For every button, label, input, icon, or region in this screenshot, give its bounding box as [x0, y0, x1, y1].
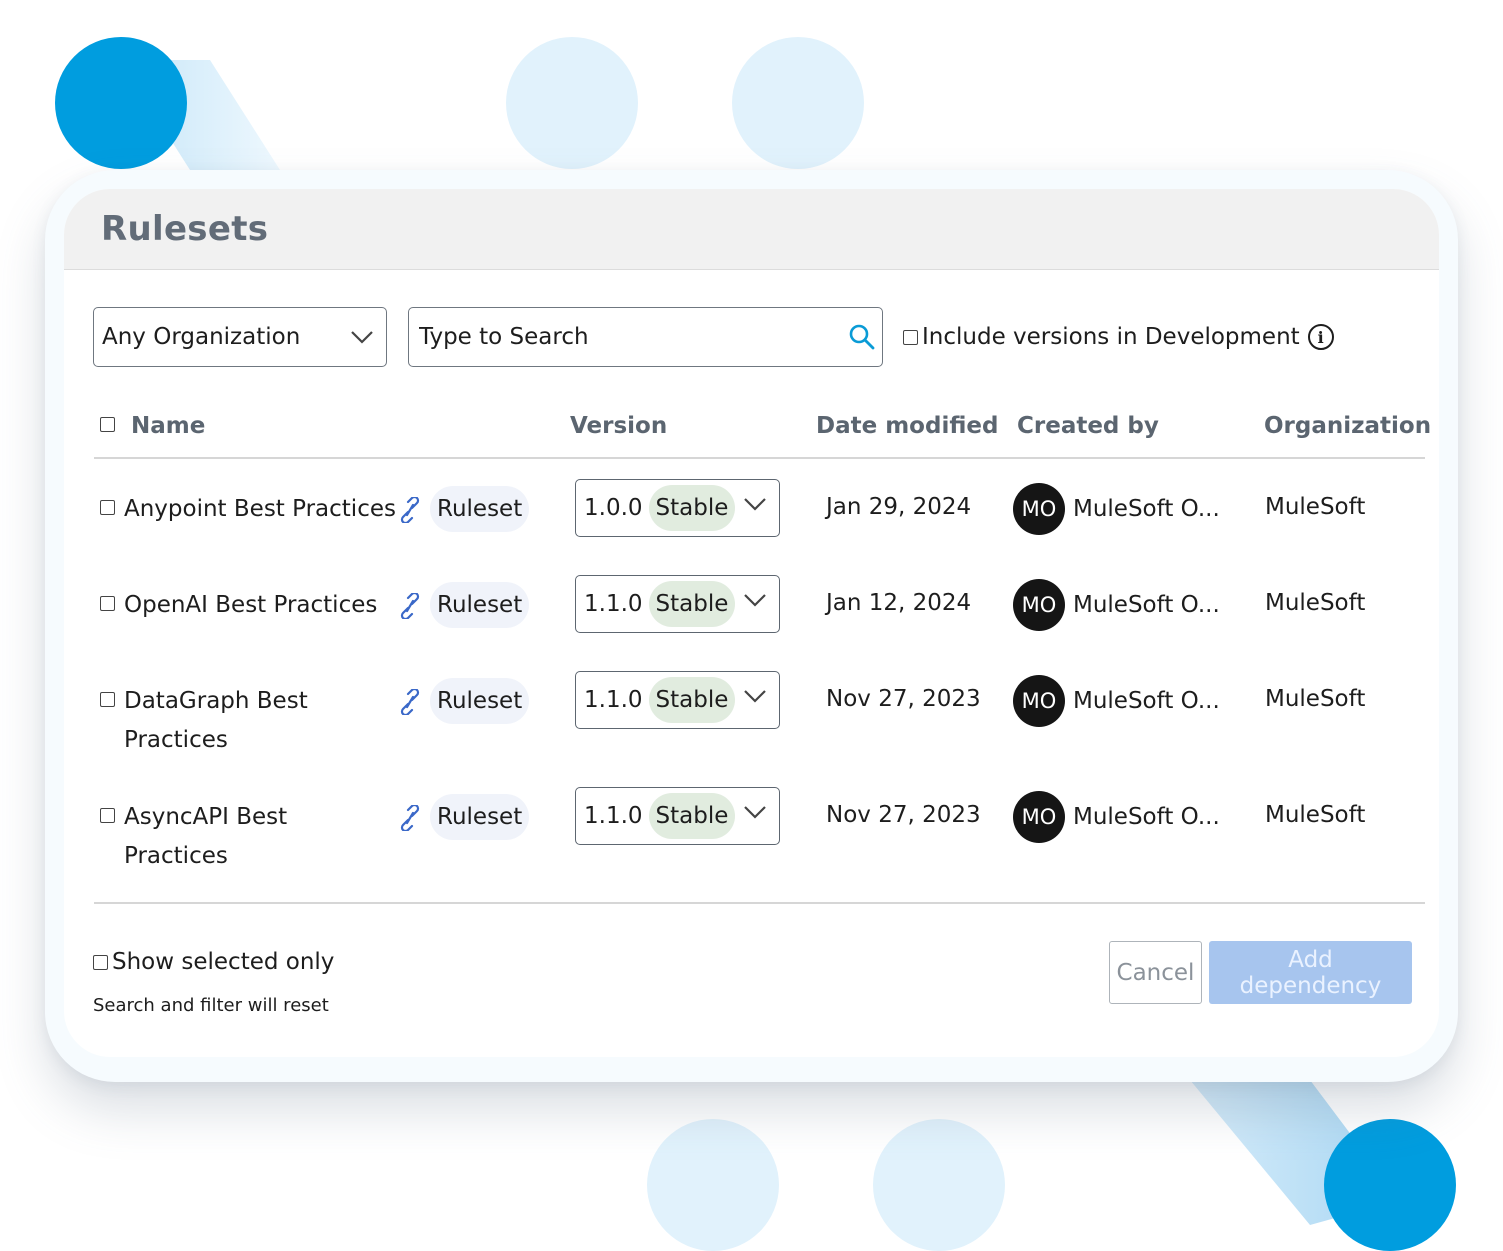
date-modified: Nov 27, 2023 — [826, 802, 981, 828]
ruleset-name[interactable]: OpenAI Best Practices — [124, 586, 404, 625]
avatar: MO — [1013, 791, 1065, 843]
select-all-checkbox[interactable] — [100, 417, 115, 432]
ruleset-name[interactable]: DataGraph Best Practices — [124, 682, 344, 760]
creator: MO MuleSoft O... — [1013, 791, 1220, 843]
version-select[interactable]: 1.1.0 Stable — [575, 671, 780, 729]
column-header-date-modified[interactable]: Date modified — [816, 413, 998, 439]
column-header-organization[interactable]: Organization — [1264, 413, 1431, 439]
show-selected-label: Show selected only — [112, 949, 335, 975]
status-badge: Stable — [648, 581, 736, 627]
rulesets-panel: Rulesets Any Organization Include versio… — [64, 189, 1439, 1057]
creator-name: MuleSoft O... — [1073, 688, 1220, 714]
version-select[interactable]: 1.0.0 Stable — [575, 479, 780, 537]
date-modified: Nov 27, 2023 — [826, 686, 981, 712]
decorative-circle — [1324, 1119, 1456, 1251]
status-badge: Stable — [648, 485, 736, 531]
chevron-down-icon — [744, 690, 766, 703]
version-number: 1.1.0 — [584, 591, 643, 617]
ruleset-name[interactable]: Anypoint Best Practices — [124, 490, 404, 529]
avatar: MO — [1013, 483, 1065, 535]
creator-name: MuleSoft O... — [1073, 496, 1220, 522]
search-icon[interactable] — [848, 323, 876, 351]
column-header-created-by[interactable]: Created by — [1017, 413, 1159, 439]
link-icon[interactable] — [399, 593, 421, 619]
version-number: 1.1.0 — [584, 687, 643, 713]
organization-name: MuleSoft — [1265, 494, 1366, 520]
show-selected-checkbox[interactable] — [93, 954, 108, 970]
table-row[interactable]: Anypoint Best Practices Ruleset 1.0.0 St… — [94, 479, 1425, 537]
creator-name: MuleSoft O... — [1073, 804, 1220, 830]
creator: MO MuleSoft O... — [1013, 675, 1220, 727]
avatar: MO — [1013, 675, 1065, 727]
organization-name: MuleSoft — [1265, 802, 1366, 828]
table-row[interactable]: DataGraph Best Practices Ruleset 1.1.0 S… — [94, 671, 1425, 768]
include-dev-label: Include versions in Development — [922, 324, 1300, 350]
chevron-down-icon — [351, 331, 373, 344]
avatar: MO — [1013, 579, 1065, 631]
status-badge: Stable — [648, 677, 736, 723]
decorative-circle — [732, 37, 864, 169]
include-dev-checkbox[interactable] — [903, 329, 918, 345]
row-checkbox[interactable] — [100, 808, 115, 823]
date-modified: Jan 12, 2024 — [826, 590, 972, 616]
filter-bar: Any Organization Include versions in Dev… — [93, 307, 1334, 367]
status-badge: Stable — [648, 793, 736, 839]
row-checkbox[interactable] — [100, 596, 115, 611]
organization-select-value: Any Organization — [102, 324, 301, 350]
table-row[interactable]: AsyncAPI Best Practices Ruleset 1.1.0 St… — [94, 787, 1425, 884]
include-dev-versions-toggle[interactable]: Include versions in Development i — [903, 324, 1334, 350]
type-tag: Ruleset — [430, 794, 530, 840]
decorative-circle — [873, 1119, 1005, 1251]
panel-header: Rulesets — [64, 189, 1439, 270]
type-tag: Ruleset — [430, 486, 530, 532]
organization-select[interactable]: Any Organization — [93, 307, 387, 367]
chevron-down-icon — [744, 498, 766, 511]
version-number: 1.1.0 — [584, 803, 643, 829]
version-select[interactable]: 1.1.0 Stable — [575, 787, 780, 845]
decorative-circle — [55, 37, 187, 169]
link-icon[interactable] — [399, 805, 421, 831]
divider — [94, 902, 1425, 904]
decorative-circle — [647, 1119, 779, 1251]
version-select[interactable]: 1.1.0 Stable — [575, 575, 780, 633]
date-modified: Jan 29, 2024 — [826, 494, 972, 520]
decorative-circle — [506, 37, 638, 169]
chevron-down-icon — [744, 806, 766, 819]
version-number: 1.0.0 — [584, 495, 643, 521]
organization-name: MuleSoft — [1265, 686, 1366, 712]
type-tag: Ruleset — [430, 582, 530, 628]
table-row[interactable]: OpenAI Best Practices Ruleset 1.1.0 Stab… — [94, 575, 1425, 633]
table-header: Name Version Date modified Created by Or… — [94, 409, 1431, 459]
organization-name: MuleSoft — [1265, 590, 1366, 616]
link-icon[interactable] — [399, 497, 421, 523]
panel-title: Rulesets — [101, 209, 269, 249]
creator-name: MuleSoft O... — [1073, 592, 1220, 618]
creator: MO MuleSoft O... — [1013, 579, 1220, 631]
chevron-down-icon — [744, 594, 766, 607]
column-header-version[interactable]: Version — [570, 413, 667, 439]
add-dependency-button[interactable]: Add dependency — [1209, 941, 1412, 1004]
creator: MO MuleSoft O... — [1013, 483, 1220, 535]
row-checkbox[interactable] — [100, 692, 115, 707]
column-header-name[interactable]: Name — [131, 413, 205, 439]
cancel-button[interactable]: Cancel — [1109, 941, 1202, 1004]
show-selected-toggle[interactable]: Show selected only — [93, 949, 334, 975]
link-icon[interactable] — [399, 689, 421, 715]
type-tag: Ruleset — [430, 678, 530, 724]
info-icon[interactable]: i — [1307, 324, 1334, 350]
reset-note: Search and filter will reset — [93, 995, 329, 1016]
row-checkbox[interactable] — [100, 500, 115, 515]
search-field[interactable] — [408, 307, 883, 367]
ruleset-name[interactable]: AsyncAPI Best Practices — [124, 798, 344, 876]
search-input[interactable] — [417, 323, 821, 351]
